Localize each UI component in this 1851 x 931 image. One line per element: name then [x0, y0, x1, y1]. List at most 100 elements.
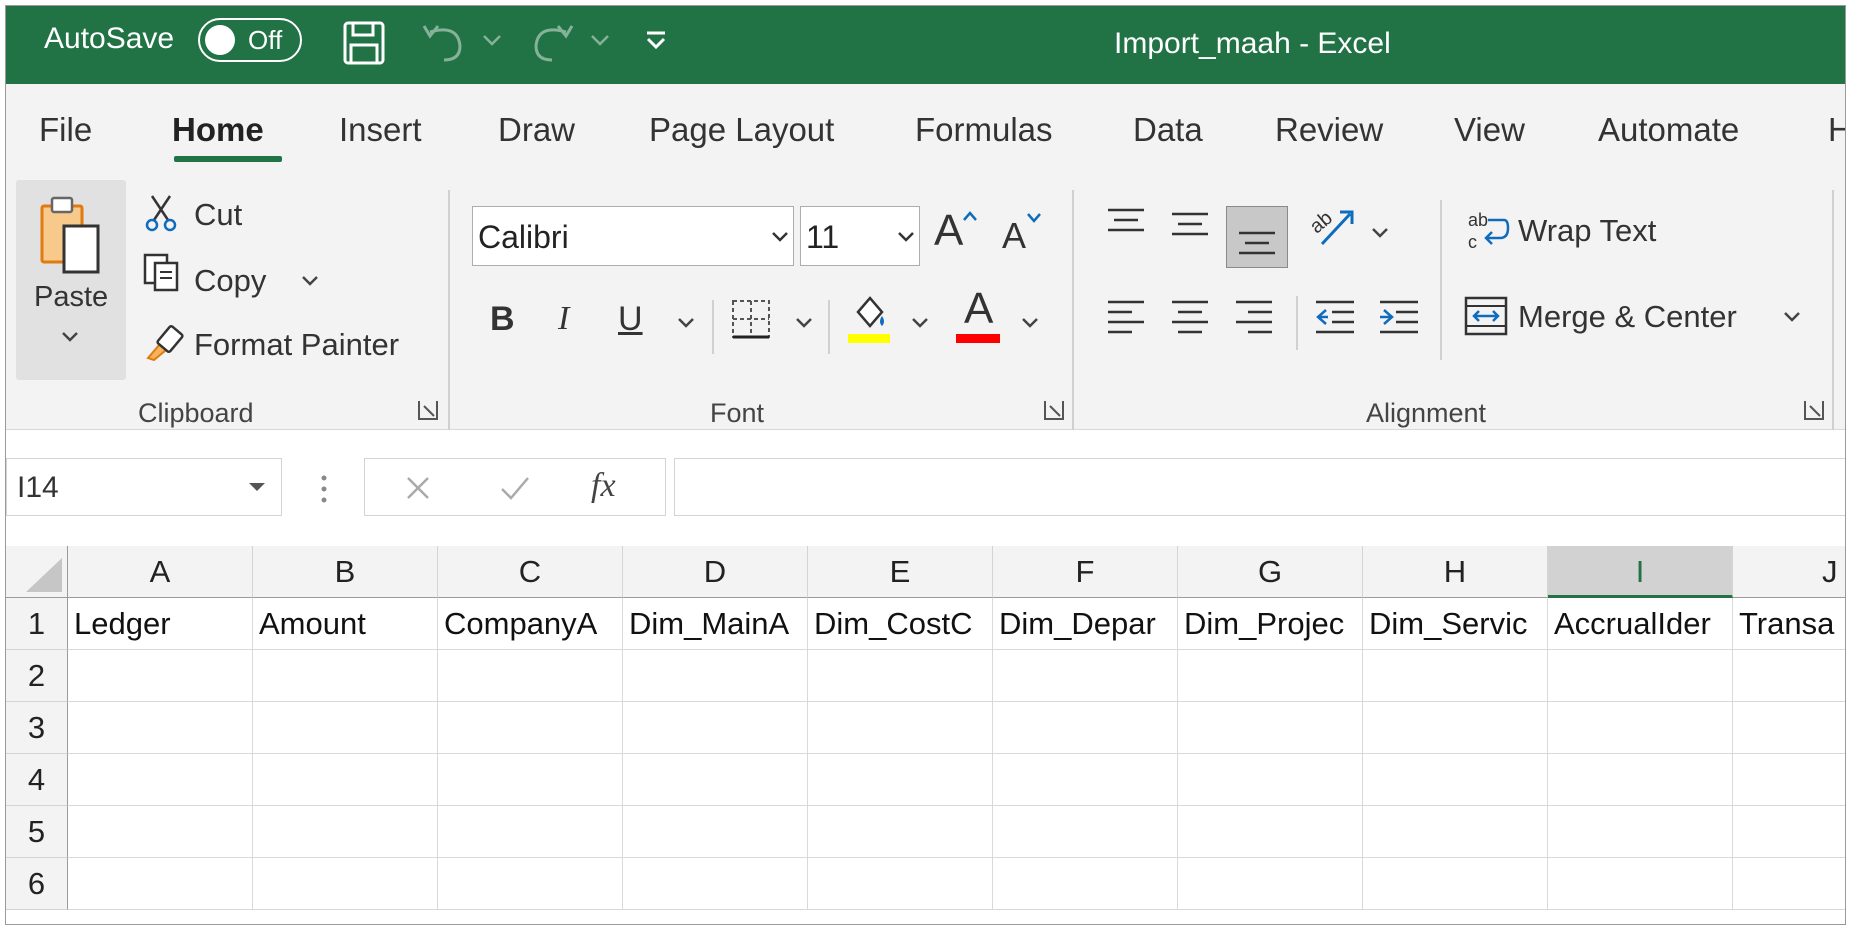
cell-i4[interactable] — [1548, 754, 1733, 806]
cell-g4[interactable] — [1178, 754, 1363, 806]
tab-review[interactable]: Review — [1275, 110, 1383, 150]
column-header-d[interactable]: D — [623, 546, 808, 598]
tab-home[interactable]: Home — [172, 110, 264, 150]
cell-h1[interactable]: Dim_Servic — [1363, 598, 1548, 650]
column-header-j[interactable]: J — [1733, 546, 1845, 598]
cell-a3[interactable] — [68, 702, 253, 754]
cell-b5[interactable] — [253, 806, 438, 858]
undo-icon[interactable] — [420, 20, 470, 64]
copy-icon[interactable] — [142, 252, 182, 292]
grow-font-button[interactable]: A — [934, 206, 963, 256]
font-name-dropdown[interactable]: Calibri — [472, 206, 794, 266]
redo-icon[interactable] — [526, 20, 576, 64]
cell-g2[interactable] — [1178, 650, 1363, 702]
name-box-dropdown-icon[interactable] — [247, 481, 267, 493]
cell-f4[interactable] — [993, 754, 1178, 806]
paste-dropdown-icon[interactable] — [60, 330, 80, 344]
copy-dropdown-icon[interactable] — [300, 274, 320, 288]
cell-j2[interactable] — [1733, 650, 1845, 702]
wrap-text-icon[interactable]: ab c — [1466, 208, 1510, 254]
bottom-align-button[interactable] — [1226, 206, 1288, 268]
cell-h6[interactable] — [1363, 858, 1548, 910]
align-right-icon[interactable] — [1234, 296, 1274, 336]
tab-draw[interactable]: Draw — [498, 110, 575, 150]
font-launcher-icon[interactable] — [1042, 398, 1066, 422]
cell-a4[interactable] — [68, 754, 253, 806]
cell-f3[interactable] — [993, 702, 1178, 754]
orientation-dropdown-icon[interactable] — [1370, 226, 1390, 240]
autosave-toggle[interactable]: Off — [198, 18, 302, 62]
cell-d3[interactable] — [623, 702, 808, 754]
tab-help[interactable]: H — [1828, 110, 1845, 150]
row-header-5[interactable]: 5 — [6, 806, 68, 858]
cell-e2[interactable] — [808, 650, 993, 702]
cell-c3[interactable] — [438, 702, 623, 754]
bold-button[interactable]: B — [490, 300, 515, 338]
cell-d2[interactable] — [623, 650, 808, 702]
cell-f1[interactable]: Dim_Depar — [993, 598, 1178, 650]
cell-b3[interactable] — [253, 702, 438, 754]
cell-b6[interactable] — [253, 858, 438, 910]
fill-color-dropdown-icon[interactable] — [910, 316, 930, 330]
copy-label[interactable]: Copy — [194, 262, 266, 300]
cell-e5[interactable] — [808, 806, 993, 858]
align-left-icon[interactable] — [1106, 296, 1146, 336]
column-header-h[interactable]: H — [1363, 546, 1548, 598]
column-header-f[interactable]: F — [993, 546, 1178, 598]
save-icon[interactable] — [342, 20, 386, 66]
merge-center-icon[interactable] — [1464, 296, 1508, 336]
cell-j4[interactable] — [1733, 754, 1845, 806]
cell-c4[interactable] — [438, 754, 623, 806]
cell-h2[interactable] — [1363, 650, 1548, 702]
cell-g6[interactable] — [1178, 858, 1363, 910]
borders-dropdown-icon[interactable] — [794, 316, 814, 330]
cell-e1[interactable]: Dim_CostC — [808, 598, 993, 650]
tab-page-layout[interactable]: Page Layout — [649, 110, 834, 150]
select-all-corner[interactable] — [6, 546, 68, 598]
cell-g3[interactable] — [1178, 702, 1363, 754]
merge-center-label[interactable]: Merge & Center — [1518, 298, 1737, 336]
cell-d4[interactable] — [623, 754, 808, 806]
cell-i6[interactable] — [1548, 858, 1733, 910]
clipboard-launcher-icon[interactable] — [416, 398, 440, 422]
tab-insert[interactable]: Insert — [339, 110, 422, 150]
column-header-b[interactable]: B — [253, 546, 438, 598]
cell-f2[interactable] — [993, 650, 1178, 702]
increase-indent-icon[interactable] — [1378, 296, 1420, 336]
tab-formulas[interactable]: Formulas — [915, 110, 1053, 150]
formula-bar-grip-icon[interactable] — [320, 474, 328, 504]
merge-dropdown-icon[interactable] — [1782, 310, 1802, 324]
cell-b1[interactable]: Amount — [253, 598, 438, 650]
format-painter-label[interactable]: Format Painter — [194, 326, 399, 364]
cell-e3[interactable] — [808, 702, 993, 754]
customize-toolbar-icon[interactable] — [644, 30, 668, 52]
cell-f6[interactable] — [993, 858, 1178, 910]
row-header-1[interactable]: 1 — [6, 598, 68, 650]
cell-j3[interactable] — [1733, 702, 1845, 754]
row-header-2[interactable]: 2 — [6, 650, 68, 702]
orientation-icon[interactable]: ab — [1308, 202, 1356, 248]
cell-d1[interactable]: Dim_MainA — [623, 598, 808, 650]
cell-a1[interactable]: Ledger — [68, 598, 253, 650]
font-size-dropdown[interactable]: 11 — [800, 206, 920, 266]
italic-button[interactable]: I — [558, 300, 569, 338]
cell-e4[interactable] — [808, 754, 993, 806]
insert-function-button[interactable]: fx — [591, 465, 616, 507]
font-color-button[interactable]: A — [964, 284, 993, 334]
cell-f5[interactable] — [993, 806, 1178, 858]
borders-icon[interactable] — [730, 298, 772, 340]
tab-data[interactable]: Data — [1133, 110, 1203, 150]
middle-align-icon[interactable] — [1170, 206, 1210, 242]
cell-h3[interactable] — [1363, 702, 1548, 754]
enter-icon[interactable] — [499, 475, 531, 501]
wrap-text-label[interactable]: Wrap Text — [1518, 212, 1656, 250]
cell-g5[interactable] — [1178, 806, 1363, 858]
row-header-3[interactable]: 3 — [6, 702, 68, 754]
cell-j6[interactable] — [1733, 858, 1845, 910]
redo-dropdown-icon[interactable] — [590, 34, 610, 48]
row-header-4[interactable]: 4 — [6, 754, 68, 806]
cut-icon[interactable] — [144, 194, 178, 232]
fill-color-icon[interactable] — [846, 292, 892, 344]
underline-button[interactable]: U — [618, 300, 643, 338]
cell-d5[interactable] — [623, 806, 808, 858]
